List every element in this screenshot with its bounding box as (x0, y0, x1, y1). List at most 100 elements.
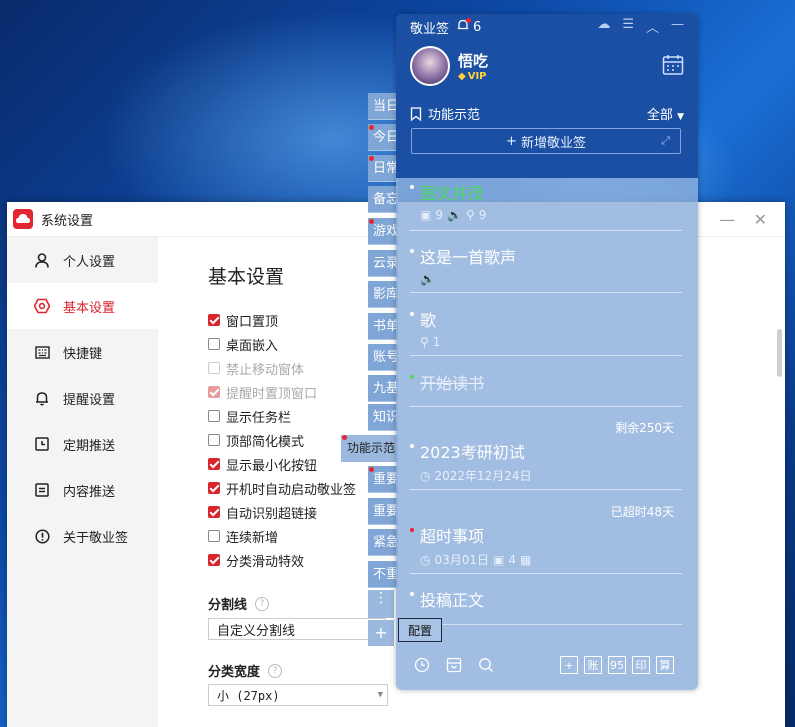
grid-icon: ▦ (520, 552, 532, 567)
note-title: 这是一首歌声 (420, 248, 517, 267)
collapse-icon[interactable]: ︿ (646, 17, 659, 36)
more-tabs-button[interactable]: ⋮ (368, 590, 394, 618)
option-desktop-embed[interactable]: 桌面嵌入 (208, 334, 278, 354)
category-width-select[interactable]: 小 (27px) ▼ (208, 684, 388, 706)
new-note-button[interactable]: + 新增敬业签 ⤢ (411, 128, 681, 154)
checkbox[interactable] (208, 554, 220, 566)
category-tab-active[interactable]: 功能示范 (341, 435, 398, 462)
filter-dropdown[interactable]: 全部 ▼ (647, 104, 684, 123)
menu-icon[interactable]: ☰ (622, 17, 634, 36)
sidebar-item-shortcut[interactable]: 快捷键 (7, 329, 158, 375)
tab-label: 书单 (373, 319, 398, 334)
category-tab[interactable]: 重要 (368, 466, 398, 493)
calc-box-button[interactable]: 算 (656, 656, 674, 674)
note-meta: ▣ 9 🔈 ⚲ 9 (420, 208, 682, 222)
close-icon[interactable]: ✕ (754, 210, 767, 229)
clock-icon[interactable] (414, 657, 430, 673)
settings-scrollbar[interactable] (777, 329, 782, 377)
category-tab[interactable]: 重要 (368, 498, 398, 525)
checkbox[interactable] (208, 482, 220, 494)
option-autostart[interactable]: 开机时自动启动敬业签 (208, 478, 356, 498)
note-item[interactable]: 超时事项 ◷ 03月01日 ▣ 4 ▦ (410, 523, 682, 574)
note-item[interactable]: 歌 ⚲ 1 (410, 307, 682, 356)
minimize-icon[interactable]: — (719, 210, 735, 229)
sidebar-item-about[interactable]: 关于敬业签 (7, 513, 158, 559)
category-tab[interactable]: 备忘 (368, 186, 398, 213)
account-box-button[interactable]: 账 (584, 656, 602, 674)
note-date: 2022年12月24日 (434, 469, 532, 483)
option-hyperlink[interactable]: 自动识别超链接 (208, 502, 317, 522)
category-tab[interactable]: 日常 (368, 155, 398, 182)
tab-label: 当日 (373, 99, 398, 114)
tab-label: 云录 (373, 256, 398, 271)
keyboard-icon (33, 343, 51, 361)
chevron-down-icon: ▼ (377, 690, 383, 700)
category-tab[interactable]: 今日 (368, 124, 398, 151)
minimize-icon[interactable]: — (671, 17, 684, 36)
option-window-top[interactable]: 窗口置顶 (208, 310, 278, 330)
print-box-button[interactable]: 印 (632, 656, 650, 674)
plus-icon: + (505, 133, 517, 149)
category-tab[interactable]: 九基 (368, 375, 398, 402)
note-item[interactable]: 开始读书 (410, 370, 682, 407)
divider (410, 624, 682, 625)
config-button[interactable]: 配置 (398, 618, 442, 642)
note-item[interactable]: 投稿正文 (410, 587, 682, 625)
divider-select[interactable]: 自定义分割线 (208, 618, 386, 640)
image-count: 9 (435, 208, 443, 222)
filter-label: 全部 (646, 108, 673, 123)
sidebar-item-personal[interactable]: 个人设置 (7, 237, 158, 283)
category-tab[interactable]: 当日 (368, 93, 398, 120)
tab-label: 账号 (373, 350, 398, 365)
checkbox[interactable] (208, 530, 220, 542)
category-tab[interactable]: 书单 (368, 313, 398, 340)
help-icon[interactable]: ? (268, 663, 283, 678)
select-value: 自定义分割线 (217, 623, 296, 639)
tab-label: 重要 (373, 472, 398, 487)
expand-icon[interactable]: ⤢ (661, 134, 670, 148)
category-tab[interactable]: 知识 (368, 404, 398, 431)
checkbox[interactable] (208, 434, 220, 446)
number-box-button[interactable]: 95 (608, 656, 626, 674)
avatar[interactable] (410, 46, 450, 86)
add-box-button[interactable]: + (560, 656, 578, 674)
note-bullet (410, 185, 414, 189)
inbox-icon[interactable] (446, 657, 462, 673)
option-simple-top[interactable]: 顶部简化模式 (208, 430, 304, 450)
sidebar-item-reminder[interactable]: 提醒设置 (7, 375, 158, 421)
option-minimize-btn[interactable]: 显示最小化按钮 (208, 454, 317, 474)
add-category-button[interactable]: + (368, 620, 394, 646)
note-item[interactable]: 2023考研初试 ◷ 2022年12月24日 (410, 439, 682, 490)
category-tab[interactable]: 账号 (368, 344, 398, 371)
note-bullet (410, 592, 414, 596)
sidebar-item-label: 定期推送 (63, 438, 116, 454)
sidebar-item-label: 内容推送 (63, 484, 116, 500)
option-label: 桌面嵌入 (226, 338, 279, 354)
sidebar-item-schedule[interactable]: 定期推送 (7, 421, 158, 467)
option-label: 显示最小化按钮 (226, 458, 318, 474)
note-item[interactable]: 图文并茂 ▣ 9 🔈 ⚲ 9 (410, 180, 682, 231)
checkbox[interactable] (208, 410, 220, 422)
checkbox[interactable] (208, 506, 220, 518)
calendar-icon[interactable] (662, 54, 684, 80)
category-tab[interactable]: 紧急 (368, 529, 398, 556)
checkbox[interactable] (208, 314, 220, 326)
cloud-sync-icon[interactable]: ☁ (597, 17, 610, 36)
category-tab[interactable]: 影库 (368, 281, 398, 308)
category-header: 功能示范 全部 ▼ (410, 104, 684, 123)
option-taskbar[interactable]: 显示任务栏 (208, 406, 291, 426)
option-continuous-add[interactable]: 连续新增 (208, 526, 278, 546)
checkbox[interactable] (208, 458, 220, 470)
note-item[interactable]: 这是一首歌声 🔈 (410, 244, 682, 293)
category-tab[interactable]: 云录 (368, 250, 398, 277)
sidebar-item-content-push[interactable]: 内容推送 (7, 467, 158, 513)
user-info[interactable]: 悟吃 ◆ VIP (410, 46, 488, 86)
sidebar-item-basic[interactable]: 基本设置 (7, 283, 158, 329)
notification-bell[interactable] (457, 17, 472, 36)
checkbox[interactable] (208, 338, 220, 350)
category-tab[interactable]: 游戏 (368, 218, 398, 245)
category-tab[interactable]: 不重 (368, 561, 398, 588)
search-icon[interactable] (478, 657, 494, 673)
option-slide-effect[interactable]: 分类滑动特效 (208, 550, 304, 570)
help-icon[interactable]: ? (255, 596, 270, 611)
